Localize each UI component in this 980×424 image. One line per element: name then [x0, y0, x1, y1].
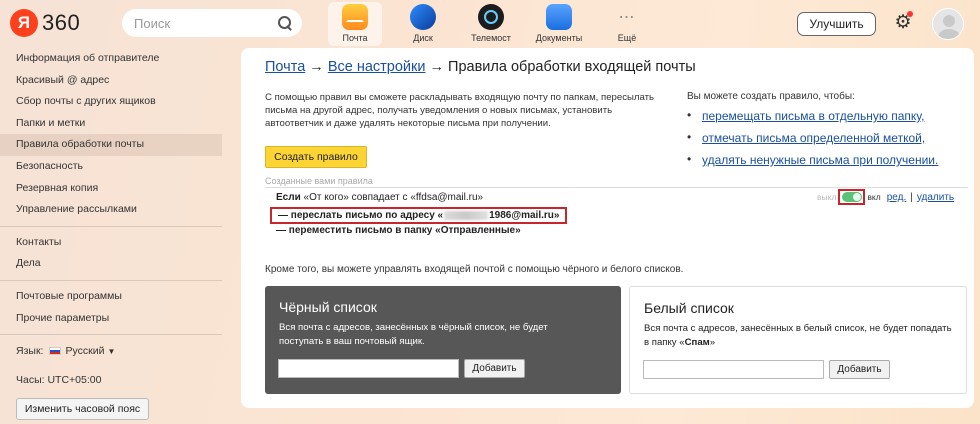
disk-icon — [410, 4, 436, 30]
telemost-icon — [478, 4, 504, 30]
upgrade-button[interactable]: Улучшить — [797, 12, 876, 36]
app-disk[interactable]: Диск — [396, 2, 450, 46]
hint-link-move[interactable]: перемещать письма в отдельную папку, — [687, 108, 967, 123]
rule-edit-link[interactable]: ред. — [887, 192, 907, 203]
sidebar-item-todo[interactable]: Дела — [0, 253, 222, 275]
whitelist-description: Вся почта с адресов, занесённых в белый … — [644, 322, 954, 350]
rule-off-label: выкл — [817, 192, 837, 202]
rule-toggle-highlight — [838, 189, 866, 205]
whitelist-add-button[interactable]: Добавить — [829, 360, 890, 379]
divider — [265, 187, 968, 188]
search-input[interactable]: Поиск — [122, 9, 302, 37]
language-value: Русский — [65, 345, 105, 357]
search-icon[interactable] — [278, 16, 292, 30]
rule-forward-prefix: — переслать письмо по адресу « — [278, 210, 444, 221]
rules-caption: Созданные вами правила — [265, 176, 373, 186]
app-more[interactable]: ⋯ Ещё — [600, 2, 654, 46]
sidebar-item-nice-address[interactable]: Красивый @ адрес — [0, 70, 222, 92]
rule-hints: Вы можете создать правило, чтобы: переме… — [687, 91, 967, 175]
timezone-label: Часы: UTC+05:00 — [16, 374, 102, 386]
hint-link-delete[interactable]: удалять ненужные письма при получении. — [687, 152, 967, 167]
rule-hints-heading: Вы можете создать правило, чтобы: — [687, 91, 855, 102]
create-rule-button[interactable]: Создать правило — [265, 146, 367, 168]
rule-move-action: — переместить письмо в папку «Отправленн… — [276, 225, 521, 236]
app-mail[interactable]: Почта — [328, 2, 382, 46]
sidebar-item-sender-info[interactable]: Информация об отправителе — [0, 48, 222, 70]
main-panel: Почта → Все настройки → Правила обработк… — [241, 48, 974, 408]
notification-dot — [907, 11, 913, 17]
sidebar-item-mail-rules[interactable]: Правила обработки почты — [0, 134, 222, 156]
sidebar-item-folders-labels[interactable]: Папки и метки — [0, 113, 222, 135]
blacklist-add-button[interactable]: Добавить — [464, 359, 525, 378]
yandex-360-logo[interactable]: Я 360 — [10, 9, 80, 37]
settings-sidebar: Информация об отправителе Красивый @ адр… — [0, 48, 222, 340]
breadcrumb-mail-link[interactable]: Почта — [265, 59, 305, 75]
rule-condition-text: «От кого» совпадает с «ffdsa@mail.ru» — [303, 192, 484, 203]
sidebar-divider — [0, 279, 222, 281]
sidebar-item-other-params[interactable]: Прочие параметры — [0, 308, 222, 330]
rule-controls-separator: | — [910, 191, 913, 203]
apps-bar: Почта Диск Телемост Документы ⋯ Ещё — [328, 2, 668, 46]
logo-letter: Я — [10, 9, 38, 37]
avatar[interactable] — [932, 8, 964, 40]
app-disk-label: Диск — [413, 33, 433, 43]
app-more-label: Ещё — [617, 33, 637, 43]
sidebar-divider — [0, 225, 222, 227]
blacklist-address-input[interactable] — [278, 359, 459, 378]
rule-forward-action: — переслать письмо по адресу « 1986@mail… — [270, 207, 568, 224]
sidebar-item-mail-clients[interactable]: Почтовые программы — [0, 286, 222, 308]
app-mail-label: Почта — [342, 33, 368, 43]
more-icon: ⋯ — [618, 9, 636, 26]
whitelist-spam-folder: Спам — [684, 337, 710, 348]
whitelist-address-input[interactable] — [643, 360, 824, 379]
russia-flag-icon — [49, 347, 62, 355]
rule-condition: Если «От кого» совпадает с «ffdsa@mail.r… — [276, 192, 483, 203]
rule-on-label: вкл — [867, 192, 881, 202]
mail-icon — [342, 4, 368, 30]
sidebar-item-backup[interactable]: Резервная копия — [0, 178, 222, 200]
blacklist-panel: Чёрный список Вся почта с адресов, занес… — [265, 286, 621, 394]
page-title: Правила обработки входящей почты — [448, 59, 696, 75]
sidebar-item-contacts[interactable]: Контакты — [0, 232, 222, 254]
app-documents-label: Документы — [535, 33, 583, 43]
blacklist-title: Чёрный список — [279, 299, 377, 315]
language-selector[interactable]: Язык: Русский ▼ — [16, 345, 115, 357]
rule-controls: выкл вкл ред. | удалить — [817, 189, 954, 205]
sidebar-item-security[interactable]: Безопасность — [0, 156, 222, 178]
breadcrumb-arrow: → — [429, 59, 445, 75]
app-documents[interactable]: Документы — [532, 2, 586, 46]
whitelist-title: Белый список — [644, 300, 734, 316]
app-telemost-label: Телемост — [471, 33, 511, 43]
language-label: Язык: — [16, 345, 44, 357]
whitelist-desc-suffix: » — [709, 337, 716, 348]
lists-intro-text: Кроме того, вы можете управлять входящей… — [265, 264, 684, 275]
rule-if-word: Если — [276, 192, 301, 203]
hint-link-label[interactable]: отмечать письма определенной меткой, — [687, 130, 967, 145]
breadcrumb-arrow: → — [309, 59, 324, 75]
breadcrumb: Почта → Все настройки → Правила обработк… — [265, 59, 696, 75]
logo-text: 360 — [42, 10, 81, 35]
change-timezone-button[interactable]: Изменить часовой пояс — [16, 398, 149, 420]
blacklist-description: Вся почта с адресов, занесённых в чёрный… — [279, 322, 548, 347]
rule-enabled-toggle[interactable] — [841, 192, 862, 202]
sidebar-item-mail-collector[interactable]: Сбор почты с других ящиков — [0, 91, 222, 113]
top-bar: Я 360 Поиск Почта Диск Телемост Документ… — [0, 0, 980, 48]
redacted-address — [444, 211, 489, 220]
sidebar-item-subscriptions[interactable]: Управление рассылками — [0, 199, 222, 221]
whitelist-panel: Белый список Вся почта с адресов, занесё… — [629, 286, 967, 394]
documents-icon — [546, 4, 572, 30]
rule-forward-suffix: 1986@mail.ru» — [489, 210, 560, 221]
app-telemost[interactable]: Телемост — [464, 2, 518, 46]
breadcrumb-all-settings-link[interactable]: Все настройки — [328, 59, 426, 75]
search-placeholder: Поиск — [134, 15, 171, 31]
chevron-down-icon: ▼ — [107, 346, 116, 356]
sidebar-divider — [0, 334, 222, 336]
intro-text: С помощью правил вы сможете раскладывать… — [265, 92, 655, 129]
rule-delete-link[interactable]: удалить — [917, 192, 954, 203]
